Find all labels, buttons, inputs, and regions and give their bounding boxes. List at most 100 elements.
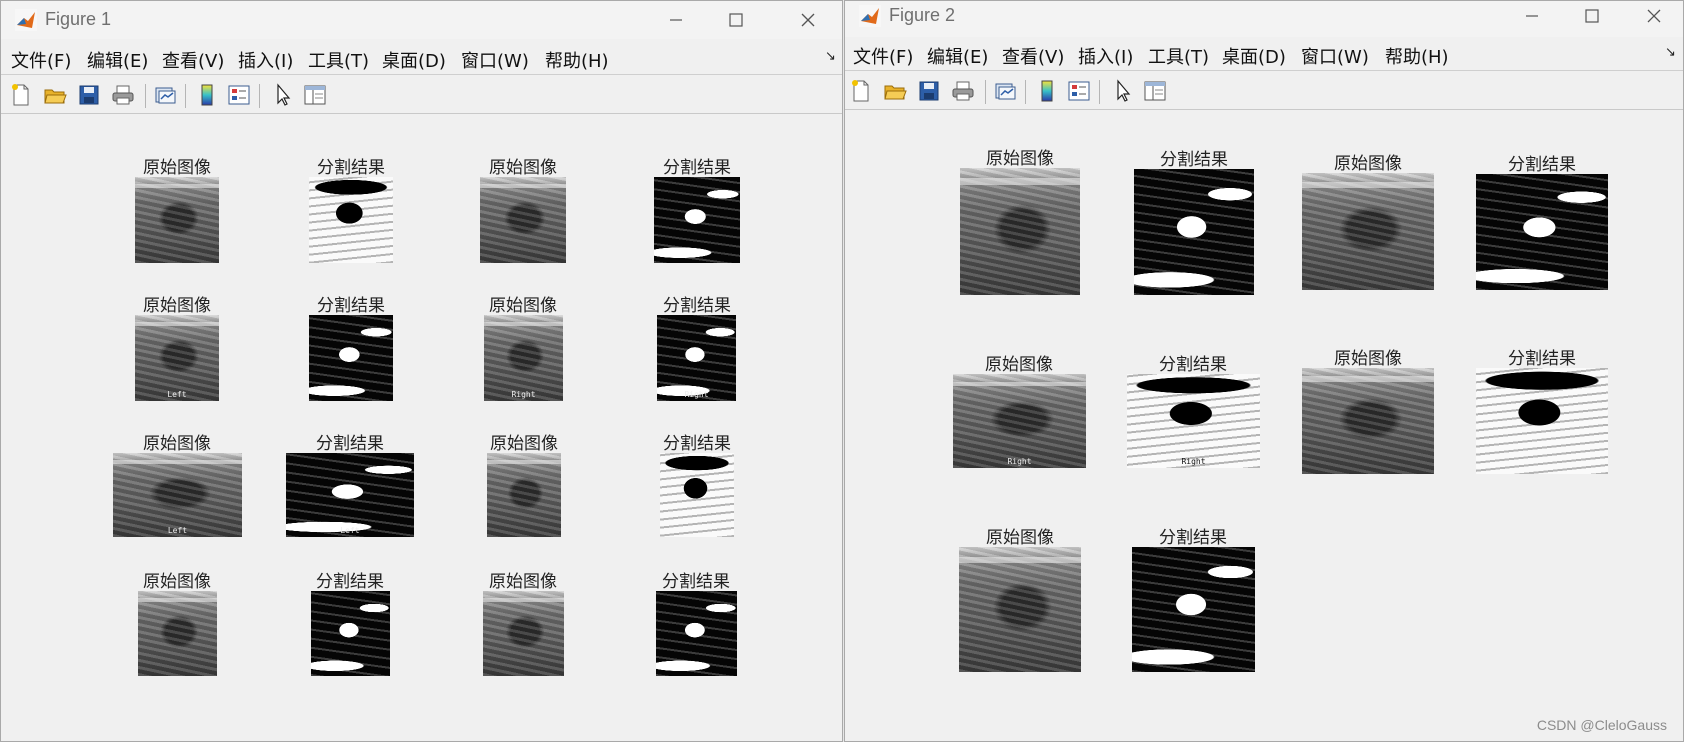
dock-figure-icon[interactable]: ↘ (825, 49, 836, 64)
axes-panel[interactable]: 分割结果 (309, 151, 393, 263)
ultrasound-image (1302, 368, 1434, 474)
menu-window[interactable]: 窗口(W) (461, 47, 529, 73)
panel-title: 原始图像 (986, 528, 1054, 548)
panel-title: 原始图像 (143, 296, 211, 316)
panel-title: 分割结果 (663, 296, 731, 316)
link-plot-button[interactable] (991, 77, 1019, 105)
menu-edit[interactable]: 编辑(E) (87, 47, 148, 73)
axes-panel[interactable]: 分割结果 (656, 565, 737, 676)
new-figure-button[interactable] (847, 77, 875, 105)
menu-insert[interactable]: 插入(I) (238, 47, 293, 73)
close-button[interactable] (785, 3, 831, 37)
segmentation-mask (309, 177, 393, 263)
edit-plot-button[interactable] (269, 81, 297, 109)
property-inspector-icon (304, 85, 326, 105)
menu-desktop[interactable]: 桌面(D) (1222, 43, 1286, 69)
axes-panel[interactable]: 原始图像 (960, 142, 1080, 295)
segmentation-mask: Left (286, 453, 414, 537)
axes-panel[interactable]: 原始图像 Right (953, 348, 1086, 468)
minimize-button[interactable] (1509, 1, 1555, 33)
axes-panel[interactable]: 原始图像 Left (113, 427, 242, 537)
print-icon (952, 81, 974, 101)
panel-title: 分割结果 (1160, 150, 1228, 170)
matlab-logo-icon (15, 9, 37, 31)
open-file-button[interactable] (41, 81, 69, 109)
axes-panel[interactable]: 分割结果 (654, 151, 740, 263)
property-inspector-button[interactable] (1141, 77, 1169, 105)
new-figure-button[interactable] (7, 81, 35, 109)
axes-panel[interactable]: 分割结果 Right (1127, 348, 1260, 468)
menu-insert[interactable]: 插入(I) (1078, 43, 1133, 69)
panel-title: 分割结果 (1508, 349, 1576, 369)
segmentation-mask (309, 315, 393, 401)
minimize-button[interactable] (653, 3, 699, 37)
toolbar-separator (145, 84, 146, 108)
axes-panel[interactable]: 分割结果 (1134, 143, 1254, 295)
ultrasound-image (480, 177, 566, 263)
insert-colorbar-icon (201, 84, 213, 106)
menu-window[interactable]: 窗口(W) (1301, 43, 1369, 69)
close-button[interactable] (1631, 1, 1677, 33)
axes-panel[interactable]: 分割结果 Left (286, 427, 414, 537)
menu-desktop[interactable]: 桌面(D) (382, 47, 446, 73)
axes-panel[interactable]: 分割结果 (1132, 521, 1255, 672)
dock-figure-icon[interactable]: ↘ (1665, 45, 1676, 60)
close-icon (801, 13, 815, 27)
axes-panel[interactable]: 原始图像 (487, 427, 561, 537)
toolbar-separator (1099, 80, 1100, 104)
axes-panel[interactable]: 原始图像 (135, 151, 219, 263)
open-file-icon (44, 89, 67, 104)
print-icon (112, 85, 134, 105)
save-button[interactable] (915, 77, 943, 105)
axes-panel[interactable]: 原始图像 (959, 521, 1081, 672)
print-button[interactable] (949, 77, 977, 105)
axes-panel[interactable]: 原始图像 Left (135, 289, 219, 401)
axes-panel[interactable]: 原始图像 (1302, 342, 1434, 474)
axes-panel[interactable]: 分割结果 (1476, 342, 1608, 474)
panel-title: 原始图像 (489, 572, 557, 592)
menu-edit[interactable]: 编辑(E) (927, 43, 988, 69)
axes-panel[interactable]: 分割结果 (311, 565, 390, 676)
matlab-logo-icon (859, 5, 881, 27)
axes-panel[interactable]: 原始图像 (483, 565, 564, 676)
title-bar[interactable]: Figure 2 (845, 1, 1683, 39)
menu-tools[interactable]: 工具(T) (1148, 43, 1209, 69)
menu-help[interactable]: 帮助(H) (1385, 43, 1449, 69)
menu-view[interactable]: 查看(V) (1002, 43, 1064, 69)
axes-panel[interactable]: 分割结果 (309, 289, 393, 401)
maximize-button[interactable] (713, 3, 759, 37)
axes-panel[interactable]: 原始图像 (138, 565, 217, 676)
edit-plot-button[interactable] (1109, 77, 1137, 105)
menu-tools[interactable]: 工具(T) (308, 47, 369, 73)
insert-legend-button[interactable] (225, 81, 253, 109)
menu-file[interactable]: 文件(F) (853, 43, 913, 69)
insert-colorbar-button[interactable] (1033, 77, 1061, 105)
axes-panel[interactable]: 分割结果 (660, 427, 734, 537)
maximize-button[interactable] (1569, 1, 1615, 33)
property-inspector-button[interactable] (301, 81, 329, 109)
axes-panel[interactable]: 原始图像 (1302, 147, 1434, 290)
link-plot-icon (995, 83, 1016, 100)
panel-title: 原始图像 (489, 296, 557, 316)
figure-2-window: Figure 2 文件(F) 编辑(E) 查看(V) 插入(I) 工具(T) 桌… (844, 0, 1684, 742)
insert-colorbar-button[interactable] (193, 81, 221, 109)
insert-legend-button[interactable] (1065, 77, 1093, 105)
title-bar[interactable]: Figure 1 (1, 1, 842, 39)
ultrasound-image: Right (953, 374, 1086, 468)
panel-title: 原始图像 (490, 434, 558, 454)
link-plot-icon (155, 87, 176, 104)
menu-help[interactable]: 帮助(H) (545, 47, 609, 73)
axes-panel[interactable]: 原始图像 Right (484, 289, 563, 401)
figure-toolbar (1, 76, 842, 114)
axes-panel[interactable]: 分割结果 (1476, 148, 1608, 290)
ultrasound-image (1302, 173, 1434, 290)
menu-view[interactable]: 查看(V) (162, 47, 224, 73)
print-button[interactable] (109, 81, 137, 109)
segmentation-mask (656, 591, 737, 676)
open-file-button[interactable] (881, 77, 909, 105)
link-plot-button[interactable] (151, 81, 179, 109)
menu-file[interactable]: 文件(F) (11, 47, 71, 73)
save-button[interactable] (75, 81, 103, 109)
axes-panel[interactable]: 原始图像 (480, 151, 566, 263)
axes-panel[interactable]: 分割结果 Right (657, 289, 736, 401)
